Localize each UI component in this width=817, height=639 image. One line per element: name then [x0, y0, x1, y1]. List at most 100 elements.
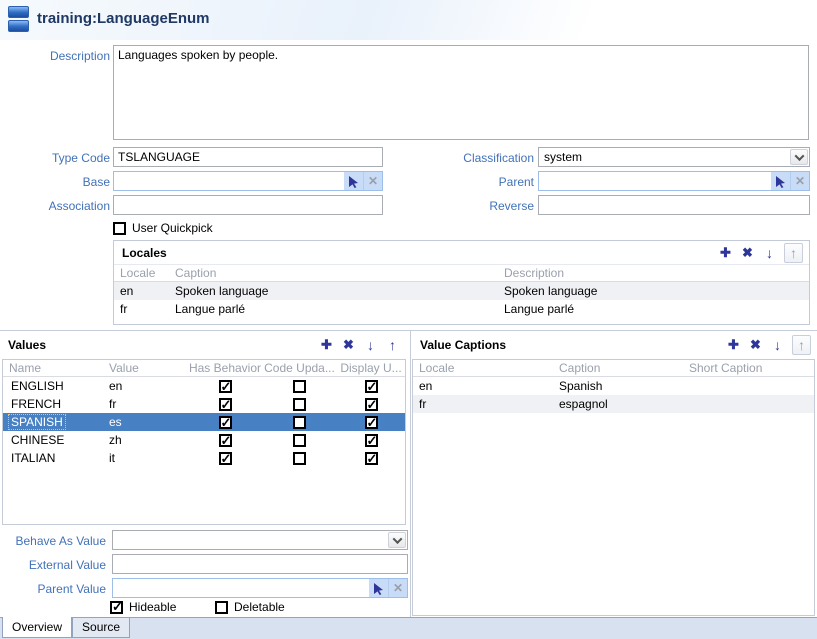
add-icon[interactable]: ✚ — [718, 244, 733, 262]
table-row[interactable]: FRENCH fr — [3, 395, 405, 413]
description-cell: Spoken language — [498, 282, 809, 300]
locales-header-row: Locale Caption Description — [114, 265, 809, 282]
move-down-icon[interactable]: ↓ — [762, 244, 777, 262]
value-cell: es — [103, 413, 188, 431]
table-row[interactable]: CHINESE zh — [3, 431, 405, 449]
hideable-label: Hideable — [129, 600, 176, 614]
table-row[interactable]: ITALIAN it — [3, 449, 405, 467]
has-behavior-checkbox[interactable] — [219, 452, 232, 465]
behave-as-value-dropdown-button[interactable] — [388, 532, 406, 548]
code-update-cell — [262, 380, 337, 393]
parent-value-clear-button[interactable]: ✕ — [388, 579, 407, 597]
code-update-cell — [262, 452, 337, 465]
parent-value-input[interactable] — [113, 579, 369, 597]
move-up-icon[interactable]: ↑ — [385, 336, 400, 354]
external-value-input[interactable] — [112, 554, 408, 574]
deletable-label: Deletable — [234, 600, 285, 614]
behave-as-value-label: Behave As Value — [0, 533, 106, 549]
description-cell: Langue parlé — [498, 300, 809, 318]
base-label: Base — [0, 174, 110, 190]
tab-source[interactable]: Source — [72, 618, 130, 638]
code-update-checkbox[interactable] — [293, 380, 306, 393]
classification-dropdown-button[interactable] — [790, 149, 808, 165]
table-row[interactable]: ENGLISH en — [3, 377, 405, 395]
locale-cell: en — [114, 282, 169, 300]
table-row[interactable]: en Spanish — [413, 377, 814, 395]
values-panel-header: Values ✚ ✖ ↓ ↑ — [0, 332, 408, 358]
page-title: training:LanguageEnum — [37, 10, 210, 27]
type-code-label: Type Code — [0, 150, 110, 166]
chevron-down-icon — [392, 534, 402, 544]
display-update-cell — [337, 434, 405, 447]
parent-value-pick-button[interactable] — [369, 579, 388, 597]
values-header-row: Name Value Has Behavior Code Upda... Dis… — [3, 360, 405, 377]
column-header: Caption — [169, 264, 498, 282]
value-cell: en — [103, 377, 188, 395]
has-behavior-checkbox[interactable] — [219, 416, 232, 429]
base-pick-button[interactable] — [344, 172, 363, 190]
deletable-checkbox[interactable] — [215, 601, 228, 614]
behave-as-value-select[interactable] — [112, 530, 408, 550]
column-header: Description — [498, 264, 809, 282]
parent-pick-button[interactable] — [771, 172, 790, 190]
values-table: Name Value Has Behavior Code Upda... Dis… — [2, 359, 406, 525]
hideable-checkbox[interactable] — [110, 601, 123, 614]
code-update-cell — [262, 416, 337, 429]
base-input[interactable] — [114, 172, 344, 190]
has-behavior-checkbox[interactable] — [219, 398, 232, 411]
code-update-checkbox[interactable] — [293, 452, 306, 465]
display-update-cell — [337, 416, 405, 429]
description-label: Description — [0, 48, 110, 64]
base-clear-button[interactable]: ✕ — [363, 172, 382, 190]
value-captions-table: Locale Caption Short Caption en Spanish … — [412, 359, 815, 616]
code-update-checkbox[interactable] — [293, 398, 306, 411]
reverse-input[interactable] — [538, 195, 810, 215]
user-quickpick-field: User Quickpick — [113, 221, 213, 235]
move-up-icon[interactable]: ↑ — [784, 243, 803, 263]
move-down-icon[interactable]: ↓ — [770, 336, 785, 354]
has-behavior-checkbox[interactable] — [219, 380, 232, 393]
table-row[interactable]: en Spoken language Spoken language — [114, 282, 809, 300]
code-update-checkbox[interactable] — [293, 434, 306, 447]
move-up-icon[interactable]: ↑ — [792, 335, 811, 355]
value-captions-title: Value Captions — [420, 338, 506, 352]
parent-clear-button[interactable]: ✕ — [790, 172, 809, 190]
base-picker: ✕ — [113, 171, 383, 191]
add-icon[interactable]: ✚ — [726, 336, 741, 354]
display-update-checkbox[interactable] — [365, 416, 378, 429]
locale-cell: fr — [114, 300, 169, 318]
type-code-input[interactable] — [113, 147, 383, 167]
table-row[interactable]: fr Langue parlé Langue parlé — [114, 300, 809, 318]
clear-icon: ✕ — [795, 174, 805, 188]
has-behavior-checkbox[interactable] — [219, 434, 232, 447]
column-header: Name — [3, 359, 103, 377]
behave-as-value-text — [113, 531, 387, 549]
divider — [410, 331, 411, 617]
column-header: Locale — [413, 359, 553, 377]
delete-icon[interactable]: ✖ — [341, 336, 356, 354]
bottom-tab-bar: Overview Source — [0, 617, 817, 639]
tab-overview[interactable]: Overview — [2, 617, 72, 638]
display-update-checkbox[interactable] — [365, 452, 378, 465]
locales-title: Locales — [122, 246, 167, 260]
display-update-checkbox[interactable] — [365, 398, 378, 411]
association-input[interactable] — [113, 195, 383, 215]
code-update-checkbox[interactable] — [293, 416, 306, 429]
table-row[interactable]: SPANISH es — [3, 413, 405, 431]
delete-icon[interactable]: ✖ — [748, 336, 763, 354]
move-down-icon[interactable]: ↓ — [363, 336, 378, 354]
add-icon[interactable]: ✚ — [319, 336, 334, 354]
pick-arrow-icon — [774, 175, 787, 188]
user-quickpick-checkbox[interactable] — [113, 222, 126, 235]
table-row[interactable]: fr espagnol — [413, 395, 814, 413]
parent-input[interactable] — [539, 172, 771, 190]
display-update-checkbox[interactable] — [365, 434, 378, 447]
locales-panel: Locales ✚ ✖ ↓ ↑ Locale Caption Descripti… — [113, 240, 810, 325]
association-label: Association — [0, 198, 110, 214]
value-captions-toolbar: ✚ ✖ ↓ ↑ — [726, 335, 811, 355]
delete-icon[interactable]: ✖ — [740, 244, 755, 262]
display-update-checkbox[interactable] — [365, 380, 378, 393]
caption-cell: espagnol — [553, 395, 683, 413]
classification-select[interactable]: system — [538, 147, 810, 167]
description-input[interactable]: Languages spoken by people. — [113, 45, 809, 140]
